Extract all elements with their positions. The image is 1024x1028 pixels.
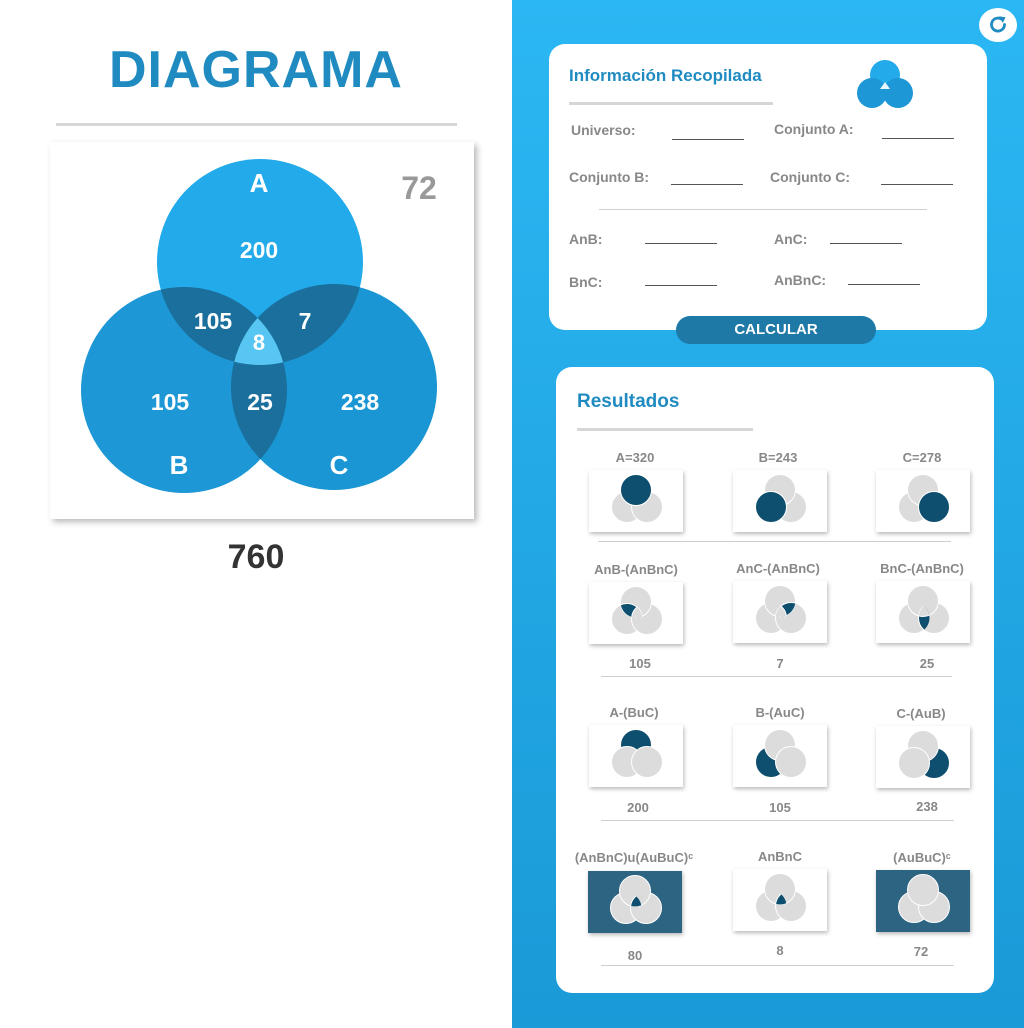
refresh-button[interactable]	[979, 8, 1017, 42]
result-outside-thumbnail	[876, 870, 970, 932]
set-c-label: C	[330, 450, 349, 480]
info-title-divider	[569, 102, 773, 105]
results-row-divider	[601, 676, 952, 677]
result-a-thumbnail	[589, 470, 683, 532]
result-ab-only-label: AnB-(AnBnC)	[594, 562, 678, 577]
set-c-field[interactable]	[881, 184, 953, 185]
result-c-only-thumbnail	[876, 726, 970, 788]
result-bc-only-label: BnC-(AnBnC)	[880, 561, 964, 576]
result-b-only-value: 105	[769, 800, 791, 815]
info-divider	[599, 209, 927, 210]
results-title: Resultados	[577, 391, 680, 412]
venn-thumbnail-icon	[610, 875, 662, 924]
result-ac-only-value: 7	[776, 656, 784, 671]
venn-logo-icon	[857, 60, 913, 108]
result-abc-plus-outside-thumbnail	[588, 871, 682, 933]
result-c-only-value: 238	[916, 799, 938, 814]
result-bc-only-thumbnail	[876, 581, 970, 643]
result-a-only-value: 200	[627, 800, 649, 815]
set-a-field-label: Conjunto A:	[774, 121, 854, 137]
outside-value: 72	[401, 170, 437, 206]
venn-thumbnail-icon	[611, 586, 663, 635]
result-abc-thumbnail	[733, 869, 827, 931]
set-a-field[interactable]	[882, 138, 954, 139]
result-c-label: C=278	[902, 450, 942, 465]
anbnc-field-label: AnBnC:	[774, 272, 827, 288]
venn-thumbnail-icon	[898, 474, 950, 523]
results-row-divider	[601, 820, 954, 821]
venn-thumbnail-icon	[611, 474, 663, 523]
venn-thumbnail-icon	[755, 585, 807, 634]
result-c-thumbnail	[876, 470, 970, 532]
results-card: Resultados A=320 B=243 C=278 AnB-(AnBnC)…	[556, 367, 994, 993]
universe-label: Universo:	[571, 122, 636, 138]
bnc-field-label: BnC:	[569, 274, 603, 290]
venn-thumbnail-icon	[755, 873, 807, 922]
anb-field-label: AnB:	[569, 231, 603, 247]
result-c-only-label: C-(AuB)	[896, 706, 946, 721]
diagram-panel: DIAGRAMA A B C 72 200 105 7 8 105 25 238…	[0, 0, 512, 1028]
bnc-field[interactable]	[645, 285, 717, 286]
result-b-only-label: B-(AuC)	[755, 705, 805, 720]
venn-diagram: A B C 72 200 105 7 8 105 25 238	[50, 142, 474, 519]
result-abc-value: 8	[776, 943, 784, 958]
result-ac-only-label: AnC-(AnBnC)	[736, 561, 820, 576]
info-card: Información Recopilada Universo: Conjunt…	[549, 44, 987, 330]
result-abc-plus-outside-value: 80	[627, 948, 643, 963]
venn-thumbnail-icon	[611, 729, 663, 778]
region-a-only: 200	[240, 237, 278, 263]
region-ab-only: 105	[194, 308, 233, 334]
set-b-field-label: Conjunto B:	[569, 169, 650, 185]
result-outside-label: (AuBuC)ᶜ	[893, 850, 951, 865]
info-title: Información Recopilada	[569, 66, 762, 85]
result-outside-value: 72	[913, 944, 929, 959]
venn-thumbnail-icon	[755, 474, 807, 523]
result-b-only-thumbnail	[733, 725, 827, 787]
result-bc-only-value: 25	[919, 656, 935, 671]
result-a-only-thumbnail	[589, 725, 683, 787]
universe-field[interactable]	[672, 139, 744, 140]
venn-thumbnail-icon	[898, 874, 950, 923]
calculate-button[interactable]: CALCULAR	[676, 316, 876, 344]
results-row-divider	[598, 541, 951, 542]
venn-thumbnail-icon	[755, 729, 807, 778]
result-ab-only-thumbnail	[589, 582, 683, 644]
result-abc-plus-outside-label: (AnBnC)u(AuBuC)ᶜ	[574, 850, 694, 865]
region-abc: 8	[253, 330, 265, 355]
venn-thumbnail-icon	[898, 730, 950, 779]
set-b-label: B	[170, 450, 189, 480]
anb-field[interactable]	[645, 243, 717, 244]
set-b-field[interactable]	[671, 184, 743, 185]
anc-field-label: AnC:	[774, 231, 808, 247]
set-c-field-label: Conjunto C:	[770, 169, 851, 185]
page-title: DIAGRAMA	[109, 41, 403, 99]
result-abc-label: AnBnC	[757, 849, 803, 864]
set-a-label: A	[250, 168, 269, 198]
region-b-only: 105	[151, 389, 190, 415]
results-row-divider	[601, 965, 954, 966]
result-ac-only-thumbnail	[733, 581, 827, 643]
result-a-only-label: A-(BuC)	[609, 705, 659, 720]
refresh-icon	[990, 16, 1006, 33]
anbnc-field[interactable]	[848, 284, 920, 285]
venn-thumbnail-icon	[898, 585, 950, 634]
anc-field[interactable]	[830, 243, 902, 244]
title-divider	[56, 123, 457, 126]
results-title-divider	[577, 428, 753, 431]
result-b-thumbnail	[733, 470, 827, 532]
venn-svg: A B C 72 200 105 7 8 105 25 238	[81, 159, 437, 493]
result-b-label: B=243	[758, 450, 798, 465]
region-ac-only: 7	[299, 308, 312, 334]
region-bc-only: 25	[247, 389, 273, 415]
universe-total: 760	[227, 538, 285, 576]
result-a-label: A=320	[615, 450, 655, 465]
result-ab-only-value: 105	[629, 656, 651, 671]
region-c-only: 238	[341, 389, 380, 415]
